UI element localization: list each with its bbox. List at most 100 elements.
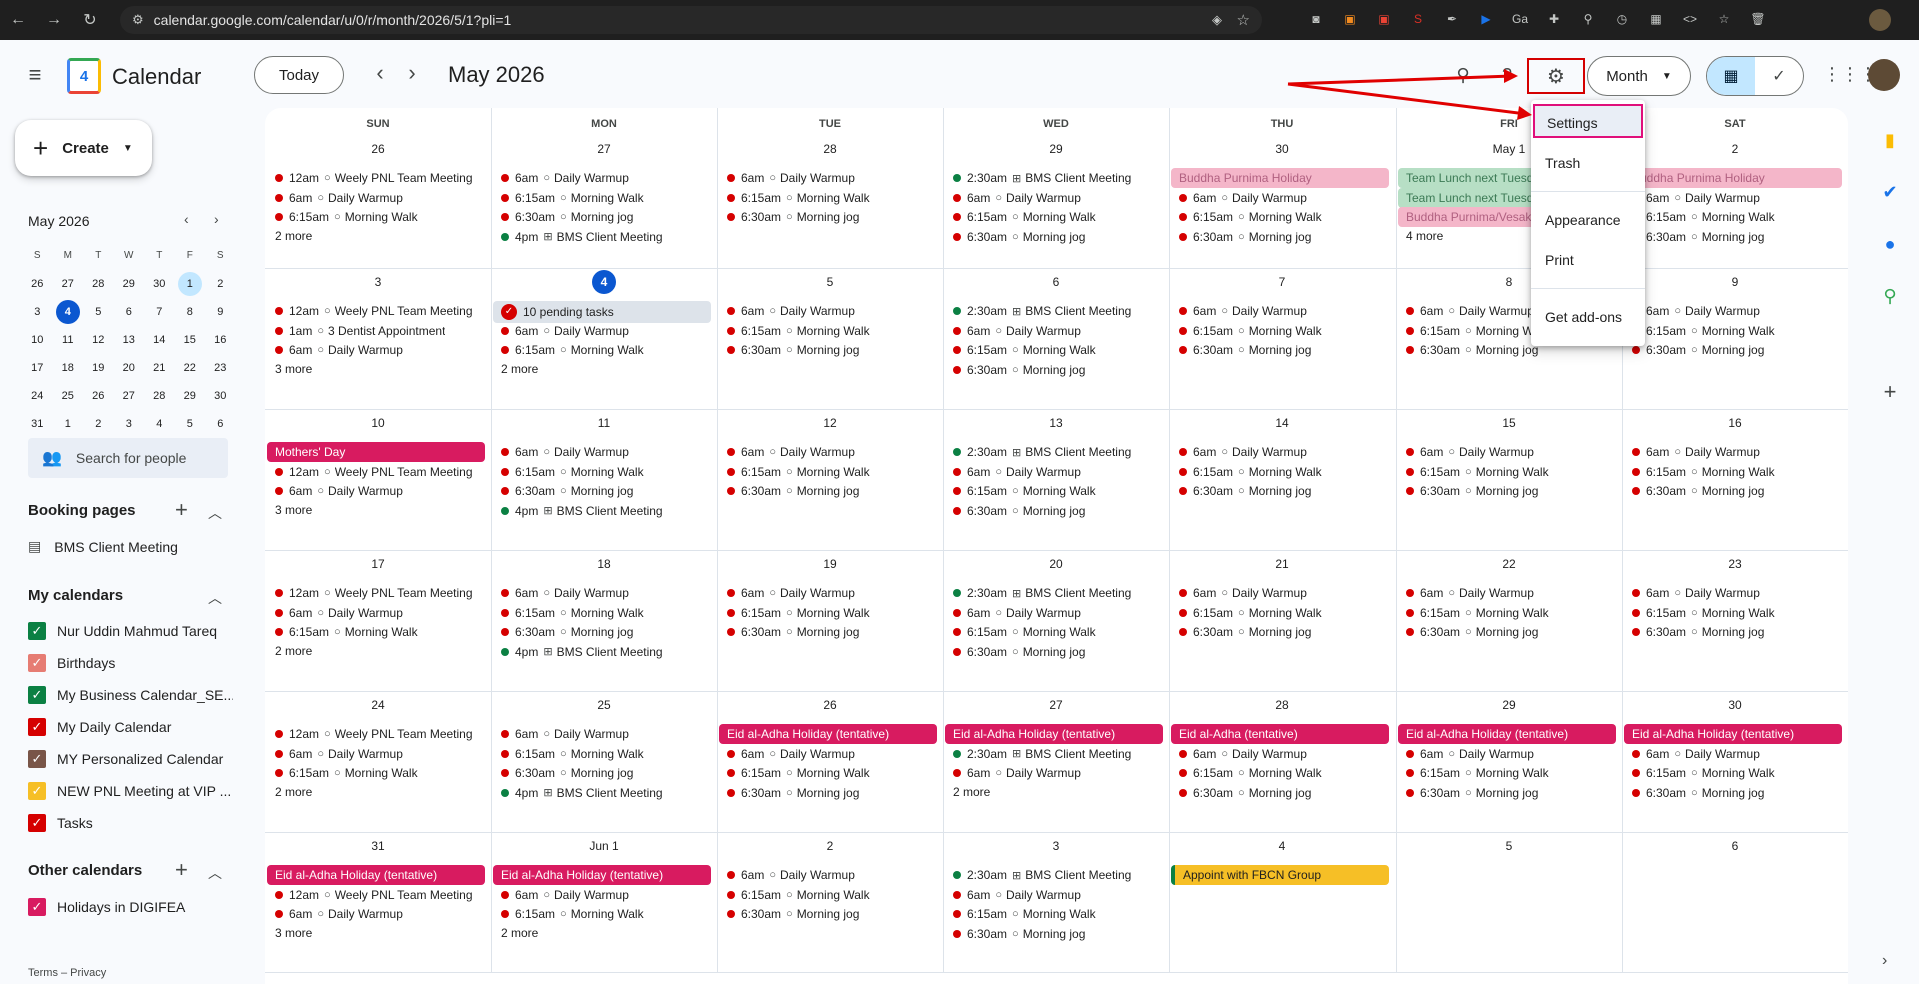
terms-privacy-link[interactable]: Terms – Privacy	[28, 967, 106, 979]
event-chip[interactable]: 2:30am ⊞ BMS Client Meeting	[945, 442, 1163, 462]
all-day-event[interactable]: Eid al-Adha Holiday (tentative)	[1398, 724, 1616, 744]
mini-day[interactable]: 23	[205, 356, 236, 380]
day-number[interactable]: 26	[265, 142, 491, 156]
event-chip[interactable]: 6am ○ Daily Warmup	[945, 885, 1163, 905]
day-number[interactable]: 30	[1622, 698, 1848, 712]
day-number[interactable]: 15	[1396, 416, 1622, 430]
puzzle-extension-icon[interactable]: ✚	[1543, 8, 1565, 30]
mini-day[interactable]: 5	[175, 412, 206, 436]
event-chip[interactable]: 12am ○ Weely PNL Team Meeting	[267, 583, 485, 603]
event-chip[interactable]: 6:30am ○ Morning jog	[945, 360, 1163, 380]
event-chip[interactable]: 6:30am ○ Morning jog	[1398, 622, 1616, 642]
event-chip[interactable]: 6:30am ○ Morning jog	[1171, 340, 1389, 360]
event-chip[interactable]: 6am ○ Daily Warmup	[1624, 188, 1842, 208]
checkbox-checked-icon[interactable]: ✓	[28, 898, 46, 916]
event-chip[interactable]: 6:30am ○ Morning jog	[945, 924, 1163, 944]
mini-day[interactable]: 4	[55, 300, 80, 324]
mini-day[interactable]: 21	[144, 356, 175, 380]
code-icon[interactable]: <>	[1679, 8, 1701, 30]
event-chip[interactable]: 6:15am ○ Morning Walk	[719, 603, 937, 623]
day-number[interactable]: 27	[943, 698, 1169, 712]
history-icon[interactable]: ◷	[1611, 8, 1633, 30]
event-chip[interactable]: 6:30am ○ Morning jog	[1171, 227, 1389, 247]
mini-day[interactable]: 22	[175, 356, 206, 380]
contacts-icon[interactable]: ●	[1870, 230, 1910, 258]
my-calendar-item[interactable]: ✓ NEW PNL Meeting at VIP ...	[28, 782, 233, 800]
mini-prev-icon[interactable]: ‹	[184, 211, 189, 227]
event-chip[interactable]: 6:15am ○ Morning Walk	[1624, 321, 1842, 341]
event-chip[interactable]: 6am ○ Daily Warmup	[945, 188, 1163, 208]
event-chip[interactable]: 6:15am ○ Morning Walk	[1398, 603, 1616, 623]
event-chip[interactable]: 6am ○ Daily Warmup	[945, 462, 1163, 482]
mini-day[interactable]: 27	[53, 272, 84, 296]
mini-day[interactable]: 10	[22, 328, 53, 352]
mini-day[interactable]: 25	[53, 384, 84, 408]
event-chip[interactable]: 6:30am ○ Morning jog	[719, 481, 937, 501]
event-chip[interactable]: 6:15am ○ Morning Walk	[945, 481, 1163, 501]
my-calendar-item[interactable]: ✓ Birthdays	[28, 654, 233, 672]
event-chip[interactable]: 6:15am ○ Morning Walk	[1171, 207, 1389, 227]
booking-pages-heading[interactable]: Booking pages	[28, 502, 136, 519]
search-icon[interactable]: ⚲	[1449, 61, 1477, 89]
star-extension-icon[interactable]: ☆	[1713, 8, 1735, 30]
event-chip[interactable]: 4pm ⊞ BMS Client Meeting	[493, 501, 711, 521]
event-chip[interactable]: 6am ○ Daily Warmup	[493, 442, 711, 462]
settings-gear-button[interactable]: ⚙	[1527, 58, 1585, 94]
event-chip[interactable]: 4pm ⊞ BMS Client Meeting	[493, 642, 711, 662]
ga-extension-icon[interactable]: Ga	[1509, 8, 1531, 30]
trash-extension-icon[interactable]: 🗑	[1747, 8, 1769, 30]
event-chip[interactable]: 6:30am ○ Morning jog	[1624, 227, 1842, 247]
more-events-link[interactable]: 3 more	[267, 503, 312, 517]
mini-day[interactable]: 2	[83, 412, 114, 436]
my-calendar-item[interactable]: ✓ MY Personalized Calendar	[28, 750, 233, 768]
checkbox-checked-icon[interactable]: ✓	[28, 814, 46, 832]
event-chip[interactable]: 6am ○ Daily Warmup	[493, 168, 711, 188]
mini-day[interactable]: 1	[53, 412, 84, 436]
more-events-link[interactable]: 2 more	[493, 926, 538, 940]
event-chip[interactable]: 6:30am ○ Morning jog	[493, 622, 711, 642]
more-events-link[interactable]: 2 more	[945, 785, 990, 799]
mini-day[interactable]: 29	[114, 272, 145, 296]
reload-icon[interactable]: ↻	[72, 10, 108, 30]
event-chip[interactable]: 2:30am ⊞ BMS Client Meeting	[945, 301, 1163, 321]
day-number[interactable]: 28	[717, 142, 943, 156]
chevron-up-icon[interactable]: ︿	[208, 863, 222, 883]
browser-profile-avatar[interactable]	[1869, 9, 1891, 31]
settings-menu-item[interactable]: Settings	[1533, 104, 1643, 138]
my-calendars-heading[interactable]: My calendars	[28, 587, 123, 604]
more-events-link[interactable]: 4 more	[1398, 229, 1443, 243]
mini-day[interactable]: 4	[144, 412, 175, 436]
event-chip[interactable]: 6:15am ○ Morning Walk	[719, 763, 937, 783]
day-number[interactable]: 25	[491, 698, 717, 712]
mini-day[interactable]: 26	[22, 272, 53, 296]
day-number[interactable]: 6	[943, 275, 1169, 289]
mini-day[interactable]: 19	[83, 356, 114, 380]
calendar-logo[interactable]: 4	[67, 58, 101, 94]
sheet-icon[interactable]: ▦	[1645, 8, 1667, 30]
app-name[interactable]: Calendar	[112, 64, 201, 90]
event-chip[interactable]: 6am ○ Daily Warmup	[1171, 744, 1389, 764]
mini-day[interactable]: 1	[177, 272, 202, 296]
event-chip[interactable]: 6am ○ Daily Warmup	[945, 603, 1163, 623]
event-chip[interactable]: 6:30am ○ Morning jog	[719, 340, 937, 360]
day-number[interactable]: 23	[1622, 557, 1848, 571]
event-chip[interactable]: 6:30am ○ Morning jog	[1624, 622, 1842, 642]
event-chip[interactable]: 6:15am ○ Morning Walk	[945, 207, 1163, 227]
mini-day[interactable]: 28	[83, 272, 114, 296]
event-chip[interactable]: 4pm ⊞ BMS Client Meeting	[493, 783, 711, 803]
event-chip[interactable]: 6am ○ Daily Warmup	[493, 724, 711, 744]
checkbox-checked-icon[interactable]: ✓	[28, 782, 46, 800]
mini-day[interactable]: 29	[175, 384, 206, 408]
day-number[interactable]: 5	[717, 275, 943, 289]
day-number[interactable]: 24	[265, 698, 491, 712]
maps-icon[interactable]: ⚲	[1870, 282, 1910, 310]
day-number[interactable]: 20	[943, 557, 1169, 571]
other-calendars-heading[interactable]: Other calendars	[28, 862, 142, 879]
event-chip[interactable]: 6:15am ○ Morning Walk	[1624, 763, 1842, 783]
event-chip[interactable]: 6:30am ○ Morning jog	[1624, 340, 1842, 360]
event-chip[interactable]: 6:30am ○ Morning jog	[945, 227, 1163, 247]
event-chip[interactable]: 6am ○ Daily Warmup	[267, 744, 485, 764]
day-number[interactable]: 2	[717, 839, 943, 853]
event-chip[interactable]: 6am ○ Daily Warmup	[267, 603, 485, 623]
mini-day[interactable]: 18	[53, 356, 84, 380]
